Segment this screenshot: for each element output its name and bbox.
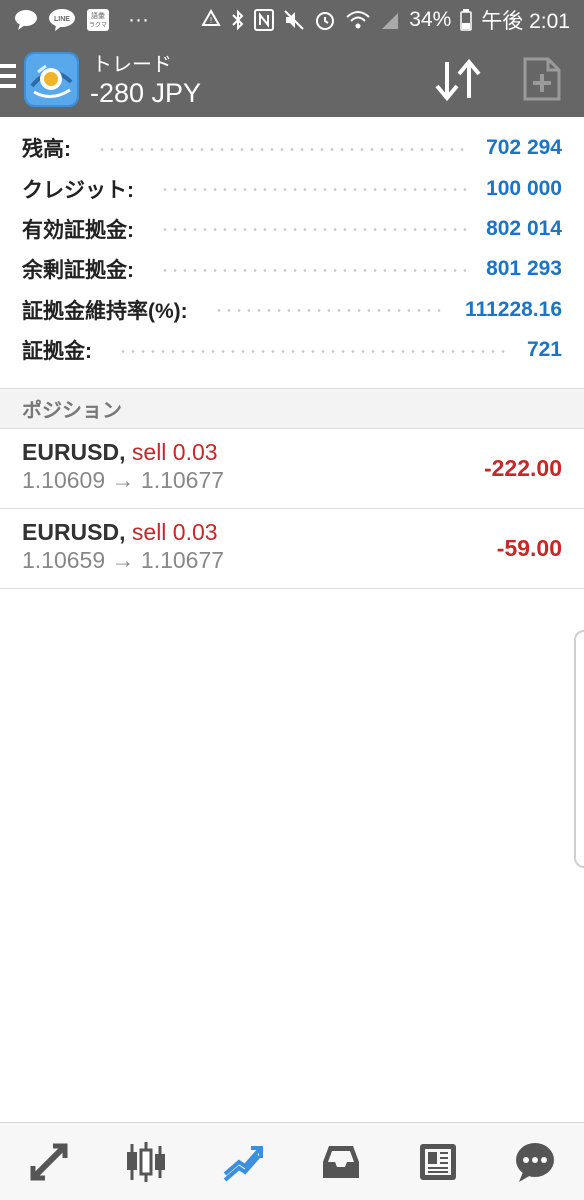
- summary-label: 余剰証拠金:: [22, 259, 134, 283]
- rakuma-app-icon: 語彙 ラクマ: [86, 8, 110, 32]
- summary-label: 証拠金維持率(%):: [22, 299, 188, 323]
- summary-label: 証拠金:: [22, 340, 92, 364]
- summary-label: 有効証拠金:: [22, 218, 134, 242]
- status-bar: LINE 語彙 ラクマ ··· ! 34% 午後 2:01: [0, 0, 584, 40]
- message-icon: [14, 9, 38, 31]
- quotes-icon: [30, 1143, 68, 1180]
- page-title: トレード: [92, 54, 172, 76]
- summary-row-margin-level: 証拠金維持率(%): 111228.16: [0, 290, 584, 330]
- dotted-leader: [213, 309, 448, 313]
- summary-value: 702 294: [486, 136, 562, 160]
- wifi-icon: [345, 9, 371, 31]
- app-bar: トレード -280 JPY: [0, 40, 584, 117]
- edge-panel-handle[interactable]: [574, 630, 584, 868]
- battery-percent: 34%: [409, 8, 452, 31]
- nfc-icon: [254, 9, 275, 31]
- nav-news[interactable]: [408, 1132, 468, 1192]
- line-icon: LINE: [48, 8, 76, 32]
- summary-row-margin: 証拠金: 721: [0, 330, 584, 370]
- summary-label: クレジット:: [22, 178, 134, 202]
- position-profit: -222.00: [483, 455, 562, 481]
- more-notifications: ···: [128, 8, 149, 31]
- position-row[interactable]: EURUSD, sell 0.03 1.10659 → 1.10677 -59.…: [0, 509, 584, 589]
- menu-icon[interactable]: [0, 64, 16, 92]
- bluetooth-icon: [231, 9, 245, 31]
- summary-value: 100 000: [486, 176, 562, 200]
- dotted-leader: [160, 228, 469, 232]
- position-symbol: EURUSD,: [22, 439, 126, 465]
- position-title: EURUSD, sell 0.03: [22, 439, 218, 466]
- metatrader-logo[interactable]: [24, 52, 79, 107]
- battery-icon: [460, 9, 473, 31]
- sort-button[interactable]: [432, 58, 484, 102]
- trade-icon: [224, 1145, 264, 1182]
- bottom-navigation: [0, 1122, 584, 1200]
- new-order-button[interactable]: [522, 56, 562, 102]
- chart-icon: [126, 1141, 165, 1182]
- summary-label: 残高:: [22, 138, 71, 162]
- svg-text:!: !: [210, 16, 212, 25]
- signal-icon: [380, 9, 400, 31]
- position-prices: 1.10609 → 1.10677: [22, 467, 225, 493]
- alarm-icon: [314, 9, 336, 31]
- position-row[interactable]: EURUSD, sell 0.03 1.10609 → 1.10677 -222…: [0, 429, 584, 509]
- position-symbol: EURUSD,: [22, 519, 126, 545]
- summary-row-free-margin: 余剰証拠金: 801 293: [0, 249, 584, 289]
- positions-list: EURUSD, sell 0.03 1.10609 → 1.10677 -222…: [0, 429, 584, 589]
- nav-quotes[interactable]: [19, 1132, 79, 1192]
- clock: 午後 2:01: [481, 10, 570, 33]
- nav-trade[interactable]: [213, 1132, 273, 1192]
- new-order-icon: [523, 57, 561, 101]
- dotted-leader: [118, 349, 509, 353]
- summary-row-balance: 残高: 702 294: [0, 128, 584, 168]
- summary-row-equity: 有効証拠金: 802 014: [0, 209, 584, 249]
- mute-icon: [283, 9, 305, 31]
- summary-value: 721: [526, 338, 562, 362]
- positions-section-header: ポジション: [0, 388, 584, 429]
- summary-value: 801 293: [486, 257, 562, 281]
- position-side: sell 0.03: [131, 439, 218, 465]
- summary-row-credit: クレジット: 100 000: [0, 168, 584, 208]
- app-badge-top: 語彙: [91, 11, 105, 20]
- position-prices: 1.10659 → 1.10677: [22, 547, 225, 573]
- chat-icon: [516, 1142, 555, 1182]
- nav-history[interactable]: [311, 1132, 371, 1192]
- dotted-leader: [97, 147, 469, 151]
- position-side: sell 0.03: [131, 519, 218, 545]
- nav-chat[interactable]: [505, 1132, 565, 1192]
- account-summary: 残高: 702 294 クレジット: 100 000 有効証拠金: 802 01…: [0, 128, 584, 370]
- news-icon: [419, 1143, 456, 1180]
- position-profit: -59.00: [496, 535, 562, 561]
- nav-chart[interactable]: [116, 1132, 176, 1192]
- dotted-leader: [160, 268, 469, 272]
- history-icon: [322, 1145, 359, 1178]
- summary-value: 802 014: [486, 216, 562, 240]
- summary-value: 111228.16: [465, 297, 562, 321]
- dotted-leader: [160, 188, 469, 192]
- sort-icon: [435, 58, 481, 102]
- recycle-icon: !: [200, 9, 222, 31]
- line-badge-text: LINE: [54, 16, 70, 23]
- total-profit: -280 JPY: [90, 78, 202, 108]
- position-title: EURUSD, sell 0.03: [22, 519, 218, 546]
- app-badge-bottom: ラクマ: [89, 22, 107, 29]
